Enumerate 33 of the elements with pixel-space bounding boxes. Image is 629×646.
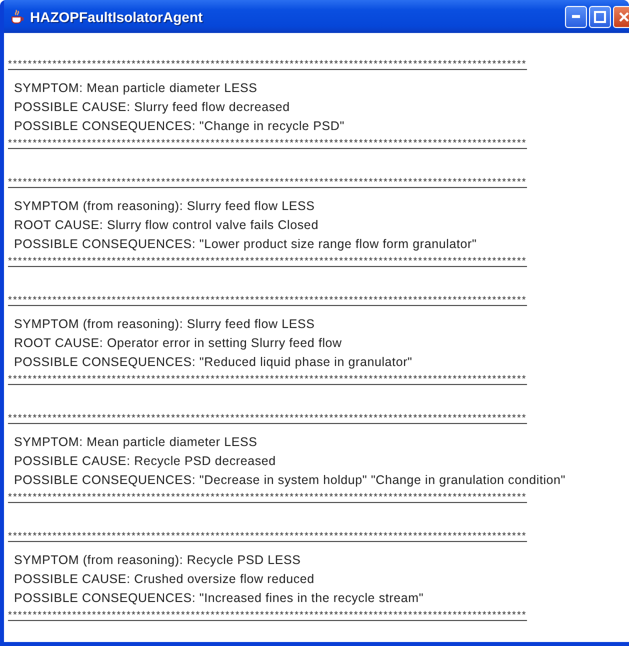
output-line: POSSIBLE CAUSE: Crushed oversize flow reduced — [14, 571, 314, 588]
maximize-button[interactable] — [589, 6, 611, 28]
output-line: SYMPTOM (from reasoning): Slurry feed flow LESS — [14, 316, 315, 333]
output-line: ROOT CAUSE: Operator error in setting Slurry feed flow — [14, 335, 342, 352]
asterisk-separator: ********************************************************************************************************* — [8, 140, 527, 149]
maximize-icon — [594, 10, 606, 22]
output-line: POSSIBLE CAUSE: Slurry feed flow decreased — [14, 99, 290, 116]
close-button[interactable] — [613, 6, 629, 28]
coffee-cup-icon — [10, 8, 24, 24]
output-line: SYMPTOM: Mean particle diameter LESS — [14, 80, 258, 97]
asterisk-separator: ********************************************************************************************************* — [8, 179, 527, 188]
asterisk-separator: ********************************************************************************************************* — [8, 258, 527, 267]
output-line: SYMPTOM: Mean particle diameter LESS — [14, 434, 258, 451]
output-line: ROOT CAUSE: Slurry flow control valve fails Closed — [14, 217, 318, 234]
output-line: POSSIBLE CONSEQUENCES: "Decrease in system holdup" "Change in granulation condition" — [14, 472, 566, 489]
window-title: HAZOPFaultIsolatorAgent — [30, 8, 204, 24]
asterisk-separator: ********************************************************************************************************* — [8, 61, 527, 70]
output-line: POSSIBLE CAUSE: Recycle PSD decreased — [14, 453, 276, 470]
asterisk-separator: ********************************************************************************************************* — [8, 297, 527, 306]
output-line: POSSIBLE CONSEQUENCES: "Reduced liquid phase in granulator" — [14, 354, 412, 371]
asterisk-separator: ********************************************************************************************************* — [8, 612, 527, 621]
asterisk-separator: ********************************************************************************************************* — [8, 415, 527, 424]
output-line: POSSIBLE CONSEQUENCES: "Change in recycle PSD" — [14, 118, 344, 135]
minimize-button[interactable] — [565, 6, 587, 28]
output-line: SYMPTOM (from reasoning): Recycle PSD LESS — [14, 552, 301, 569]
output-line: POSSIBLE CONSEQUENCES: "Lower product size range flow form granulator" — [14, 236, 477, 253]
asterisk-separator: ********************************************************************************************************* — [8, 533, 527, 542]
minimize-icon — [572, 15, 580, 18]
asterisk-separator: ********************************************************************************************************* — [8, 376, 527, 385]
output-line: SYMPTOM (from reasoning): Slurry feed flow LESS — [14, 198, 315, 215]
asterisk-separator: ********************************************************************************************************* — [8, 494, 527, 503]
output-line: POSSIBLE CONSEQUENCES: "Increased fines in the recycle stream" — [14, 590, 424, 607]
close-icon — [618, 10, 629, 22]
